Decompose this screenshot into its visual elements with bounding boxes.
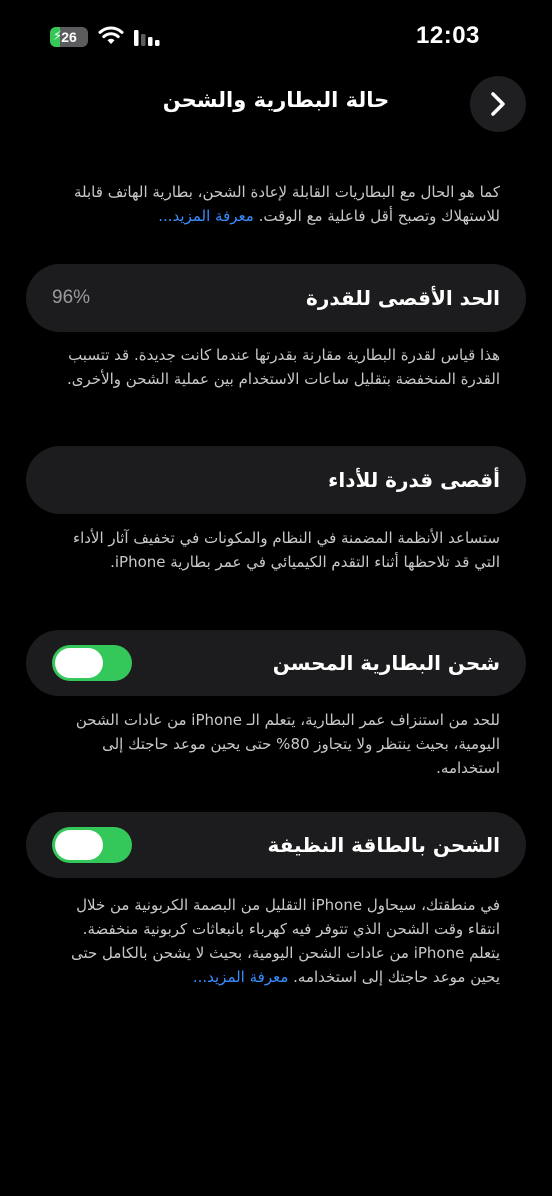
optimized-charging-row: شحن البطارية المحسن <box>26 630 526 696</box>
toggle-knob <box>55 830 103 860</box>
cellular-signal-icon <box>134 30 160 46</box>
peak-performance-label: أقصى قدرة للأداء <box>328 468 500 492</box>
peak-performance-row: أقصى قدرة للأداء <box>26 446 526 514</box>
clean-energy-footnote: في منطقتك، سيحاول iPhone التقليل من البص… <box>70 896 500 986</box>
max-capacity-label: الحد الأقصى للقدرة <box>306 286 500 310</box>
optimized-charging-label: شحن البطارية المحسن <box>272 651 500 675</box>
clean-energy-label: الشحن بالطاقة النظيفة <box>267 833 501 857</box>
chevron-right-icon <box>491 92 505 116</box>
max-capacity-value: 96% <box>52 287 91 308</box>
back-button[interactable] <box>470 76 526 132</box>
learn-more-link[interactable]: معرفة المزيد... <box>158 207 254 225</box>
wifi-icon <box>98 26 124 44</box>
learn-more-link[interactable]: معرفة المزيد... <box>193 968 289 986</box>
peak-performance-footnote: ستساعد الأنظمة المضمنة في النظام والمكون… <box>73 529 500 571</box>
battery-indicator: ⚡ 26 <box>50 27 88 47</box>
max-capacity-row: الحد الأقصى للقدرة 96% <box>26 264 526 332</box>
status-time: 12:03 <box>416 22 480 49</box>
clean-energy-row: الشحن بالطاقة النظيفة <box>26 812 526 878</box>
optimized-charging-toggle[interactable] <box>52 645 132 681</box>
max-capacity-footnote: هذا قياس لقدرة البطارية مقارنة بقدرتها ع… <box>67 346 500 388</box>
battery-level: 26 <box>61 29 77 45</box>
clean-energy-toggle[interactable] <box>52 827 132 863</box>
toggle-knob <box>55 648 103 678</box>
optimized-charging-footnote: للحد من استنزاف عمر البطارية، يتعلم الـ … <box>75 711 500 777</box>
intro-text: كما هو الحال مع البطاريات القابلة لإعادة… <box>74 183 500 225</box>
